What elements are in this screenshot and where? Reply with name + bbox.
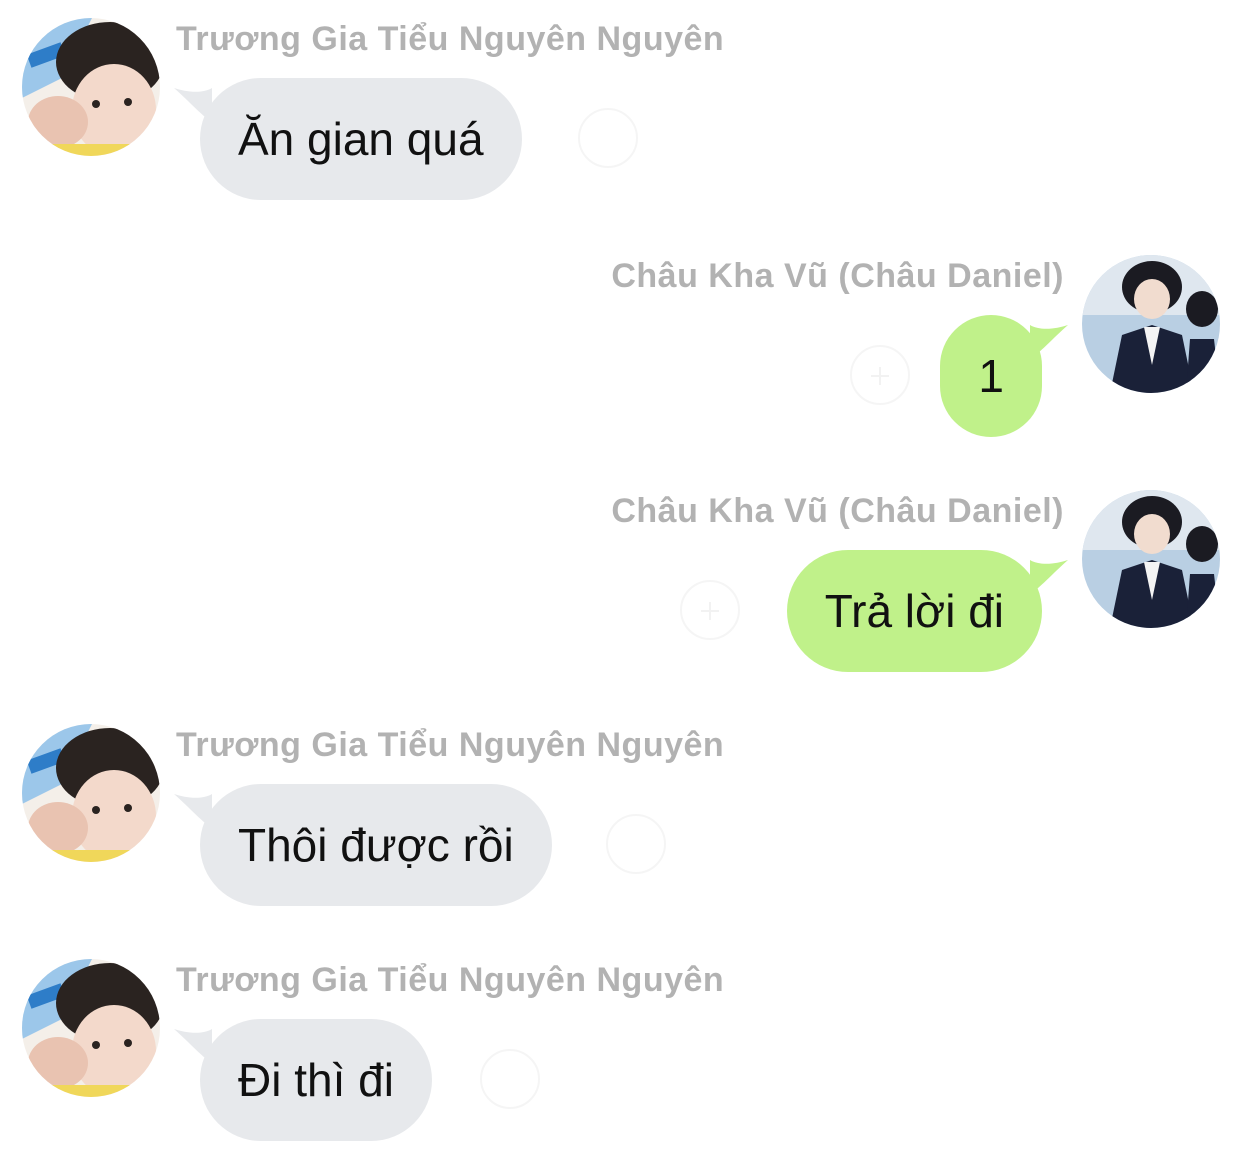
message-text: 1 (978, 350, 1004, 402)
user-avatar-icon (1082, 490, 1220, 628)
message-bubble[interactable]: Đi thì đi (200, 1019, 432, 1141)
avatar[interactable] (1082, 255, 1220, 393)
message-row: Châu Kha Vũ (Châu Daniel) Trả lời đi (0, 472, 1242, 672)
sender-name: Châu Kha Vũ (Châu Daniel) (611, 257, 1064, 295)
avatar[interactable] (1082, 490, 1220, 628)
message-row: Trương Gia Tiểu Nguyên Nguyên Ăn gian qu… (0, 0, 1242, 200)
user-avatar-icon (1082, 255, 1220, 393)
message-bubble[interactable]: 1 (940, 315, 1042, 437)
message-bubble[interactable]: Trả lời đi (786, 550, 1042, 672)
sender-name: Trương Gia Tiểu Nguyên Nguyên (176, 726, 725, 764)
avatar[interactable] (22, 18, 160, 156)
plus-icon (701, 602, 719, 620)
message-bubble[interactable]: Thôi được rồi (200, 784, 552, 906)
plus-icon (871, 367, 889, 385)
avatar[interactable] (22, 724, 160, 862)
sender-name: Châu Kha Vũ (Châu Daniel) (611, 492, 1064, 530)
message-row: Châu Kha Vũ (Châu Daniel) 1 (0, 237, 1242, 437)
message-text: Ăn gian quá (238, 113, 484, 165)
message-row: Trương Gia Tiểu Nguyên Nguyên Đi thì đi (0, 941, 1242, 1141)
add-reaction-button[interactable] (850, 345, 910, 405)
add-reaction-button[interactable] (606, 814, 666, 874)
sender-name: Trương Gia Tiểu Nguyên Nguyên (176, 20, 725, 58)
add-reaction-button[interactable] (680, 580, 740, 640)
message-text: Trả lời đi (824, 585, 1004, 637)
message-text: Thôi được rồi (238, 819, 514, 871)
message-bubble[interactable]: Ăn gian quá (200, 78, 522, 200)
user-avatar-icon (22, 959, 160, 1097)
avatar[interactable] (22, 959, 160, 1097)
user-avatar-icon (22, 18, 160, 156)
message-text: Đi thì đi (238, 1054, 394, 1106)
add-reaction-button[interactable] (578, 108, 638, 168)
add-reaction-button[interactable] (480, 1049, 540, 1109)
user-avatar-icon (22, 724, 160, 862)
sender-name: Trương Gia Tiểu Nguyên Nguyên (176, 961, 725, 999)
message-row: Trương Gia Tiểu Nguyên Nguyên Thôi được … (0, 706, 1242, 906)
